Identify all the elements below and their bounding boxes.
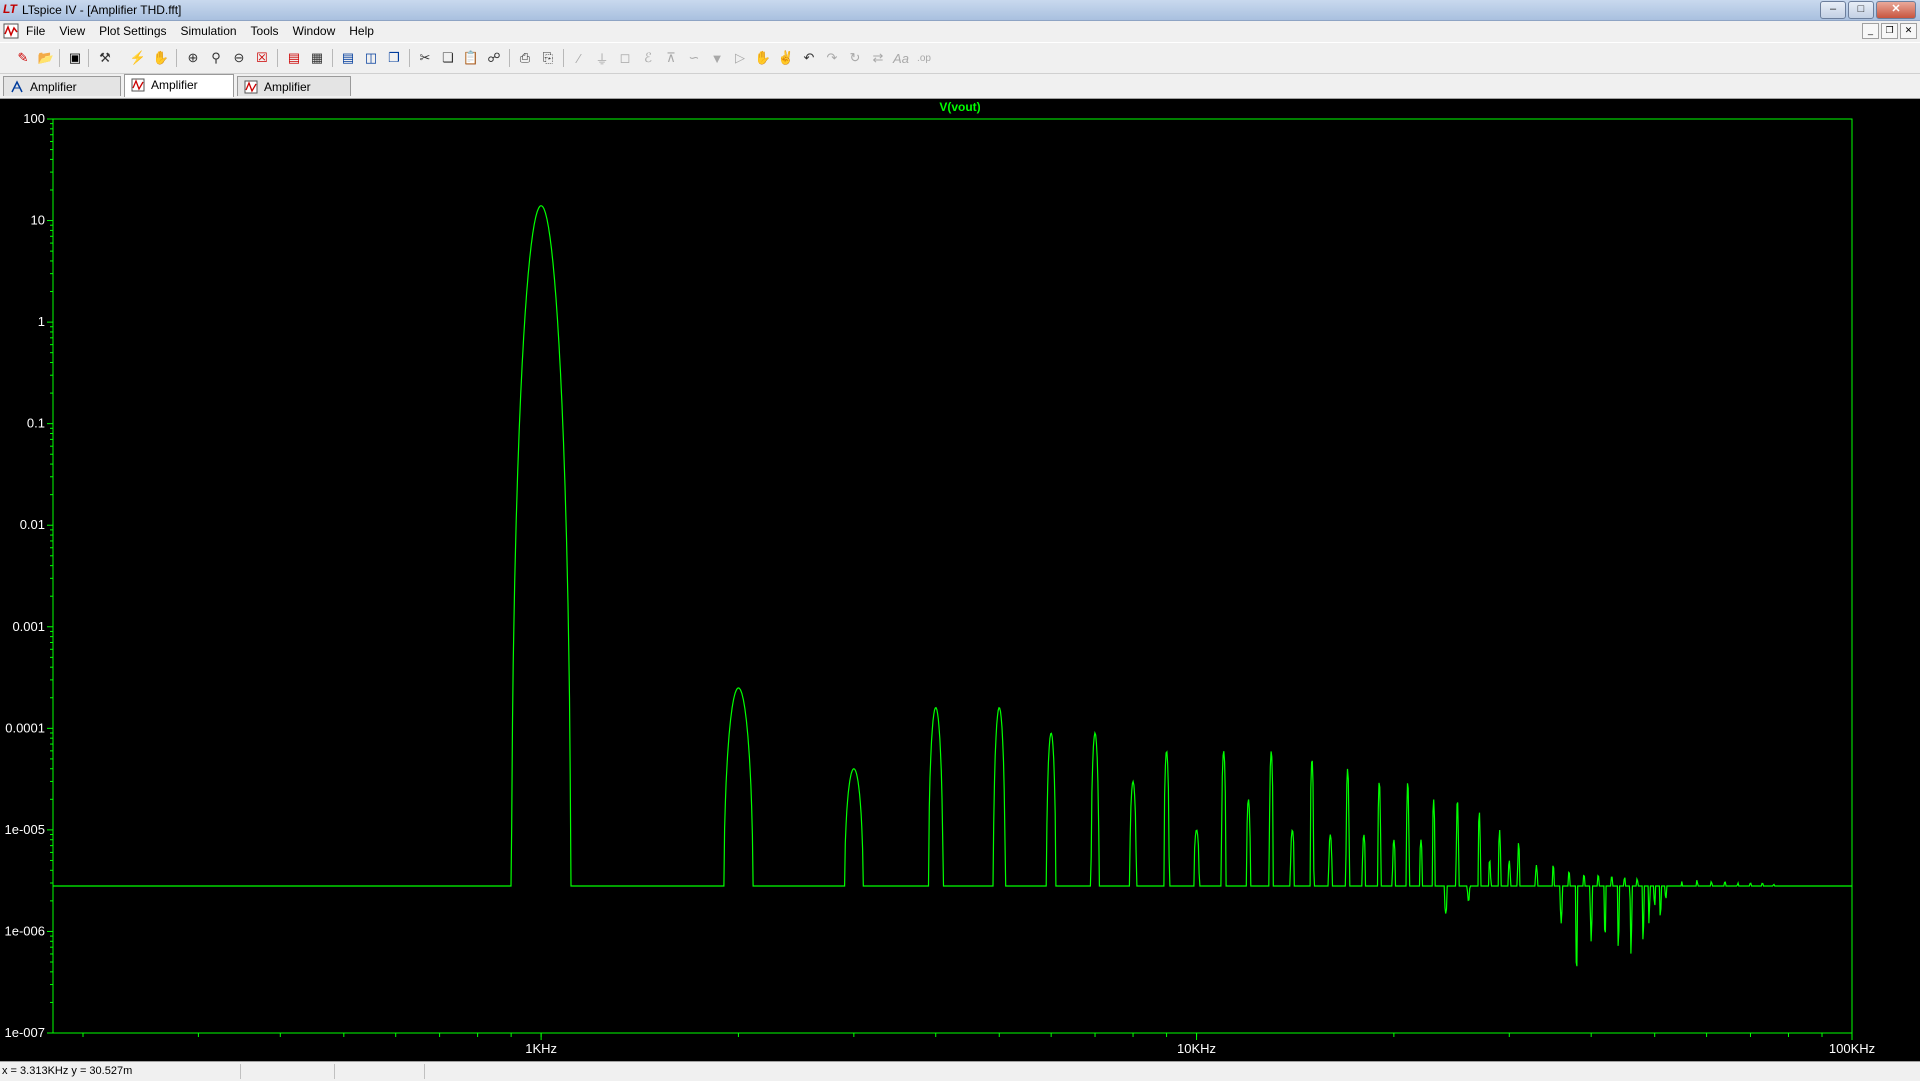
- mark-unconnected-icon[interactable]: ▦: [308, 49, 326, 67]
- text-icon[interactable]: Aa: [892, 49, 910, 67]
- undo-icon[interactable]: ↶: [800, 49, 818, 67]
- mirror-icon[interactable]: ⇄: [869, 49, 887, 67]
- open-icon[interactable]: 📂: [37, 49, 55, 67]
- trace-vout[interactable]: [53, 205, 1852, 967]
- y-tick-label: 100: [23, 111, 45, 126]
- fft-plot[interactable]: 100 10 1 0.1 0.01 0.001 0.0001 1e-005 1e-006 1e-0…: [0, 99, 1920, 1061]
- print-icon[interactable]: ⎙: [516, 49, 534, 67]
- rotate-icon[interactable]: ↻: [846, 49, 864, 67]
- status-bar: x = 3.313KHz y = 30.527m: [0, 1061, 1920, 1081]
- schematic-icon: [11, 80, 23, 93]
- resistor-icon[interactable]: ℰ: [639, 49, 657, 67]
- cut-icon[interactable]: ✂: [416, 49, 434, 67]
- maximize-button[interactable]: □: [1848, 1, 1874, 19]
- title-bar: LT LTspice IV - [Amplifier THD.fft] – □ …: [0, 0, 1920, 21]
- menu-file[interactable]: File: [26, 24, 45, 38]
- save-icon[interactable]: ▣: [66, 49, 84, 67]
- print-setup-icon[interactable]: ⎘: [539, 49, 557, 67]
- copy-icon[interactable]: ❏: [439, 49, 457, 67]
- inductor-icon[interactable]: ∽: [685, 49, 703, 67]
- spice-directive-icon[interactable]: .op: [915, 49, 933, 67]
- pan-icon[interactable]: ✋: [152, 49, 170, 67]
- autorange-icon[interactable]: ▤: [285, 49, 303, 67]
- x-tick-label: 100KHz: [1829, 1041, 1875, 1056]
- waveform-doc-icon[interactable]: [3, 23, 19, 39]
- y-tick-label: 10: [31, 213, 45, 228]
- cursor-readout: x = 3.313KHz y = 30.527m: [2, 1064, 241, 1079]
- ltspice-logo-icon: LT: [3, 2, 17, 16]
- mdi-close-button[interactable]: ✕: [1900, 23, 1917, 39]
- mdi-controls: _ ❐ ✕: [1862, 23, 1917, 39]
- plot-pane[interactable]: V(vout) 100 10 1 0.1 0.01 0.001 0.0001 1e-005 1e…: [0, 99, 1920, 1061]
- y-tick-label: 1e-007: [5, 1025, 45, 1040]
- mdi-minimize-button[interactable]: _: [1862, 23, 1879, 39]
- waveform-icon: [131, 78, 145, 92]
- tab-amplifier-thd-asc[interactable]: Amplifier THD.asc: [3, 76, 121, 114]
- y-tick-label: 1e-005: [5, 822, 45, 837]
- menu-plot-settings[interactable]: Plot Settings: [99, 24, 166, 38]
- tab-amplifier-thd-fft[interactable]: Amplifier THD.fft: [124, 74, 234, 112]
- plot-frame: [52, 118, 1853, 1034]
- menu-help[interactable]: Help: [349, 24, 374, 38]
- zoom-area-icon[interactable]: ⚲: [207, 49, 225, 67]
- redo-icon[interactable]: ↷: [823, 49, 841, 67]
- waveform-icon: [244, 80, 258, 94]
- status-cell-2: [242, 1064, 335, 1079]
- new-schematic-icon[interactable]: ✎: [14, 49, 32, 67]
- capacitor-icon[interactable]: ⊼: [662, 49, 680, 67]
- tab-amplifier-thd-raw[interactable]: Amplifier THD.raw: [237, 76, 351, 114]
- find-icon[interactable]: ☍: [485, 49, 503, 67]
- diode-icon[interactable]: ▼: [708, 49, 726, 67]
- draw-wire-icon[interactable]: ∕: [570, 49, 588, 67]
- zoom-in-icon[interactable]: ⊕: [184, 49, 202, 67]
- menu-bar: File View Plot Settings Simulation Tools…: [0, 21, 1920, 41]
- menu-view[interactable]: View: [59, 24, 85, 38]
- zoom-out-icon[interactable]: ⊖: [230, 49, 248, 67]
- y-tick-label: 0.01: [20, 517, 45, 532]
- status-cell-3: [336, 1064, 425, 1079]
- minimize-button[interactable]: –: [1820, 1, 1846, 19]
- control-panel-icon[interactable]: ⚒: [96, 49, 114, 67]
- paste-icon[interactable]: 📋: [462, 49, 480, 67]
- document-tabs: Amplifier THD.asc Amplifier THD.fft Ampl…: [0, 74, 1920, 114]
- run-icon[interactable]: ⚡: [129, 49, 147, 67]
- component-icon[interactable]: ▷: [731, 49, 749, 67]
- cascade-icon[interactable]: ❐: [385, 49, 403, 67]
- window-controls: – □ ✕: [1820, 1, 1916, 19]
- menu-simulation[interactable]: Simulation: [181, 24, 237, 38]
- y-tick-label: 1: [38, 314, 45, 329]
- drag-icon[interactable]: ✌: [777, 49, 795, 67]
- window-title: LTspice IV - [Amplifier THD.fft]: [22, 3, 182, 17]
- x-tick-label: 10KHz: [1177, 1041, 1216, 1056]
- zoom-fit-icon[interactable]: ☒: [253, 49, 271, 67]
- menu-window[interactable]: Window: [293, 24, 336, 38]
- mdi-restore-button[interactable]: ❐: [1881, 23, 1898, 39]
- close-button[interactable]: ✕: [1876, 1, 1916, 19]
- y-tick-label: 1e-006: [5, 923, 45, 938]
- y-tick-label: 0.001: [12, 619, 45, 634]
- menu-tools[interactable]: Tools: [251, 24, 279, 38]
- x-tick-label: 1KHz: [525, 1041, 557, 1056]
- ground-icon[interactable]: ⏚: [593, 49, 611, 67]
- move-icon[interactable]: ✋: [754, 49, 772, 67]
- tile-horizontal-icon[interactable]: ▤: [339, 49, 357, 67]
- toolbar: ✎ 📂 ▣ ⚒ ⚡ ✋ ⊕ ⚲ ⊖ ☒ ▤ ▦ ▤ ◫ ❐ ✂ ❏ 📋 ☍ ⎙ …: [0, 42, 1920, 74]
- y-tick-label: 0.1: [27, 416, 45, 431]
- label-net-icon[interactable]: ◻: [616, 49, 634, 67]
- y-tick-label: 0.0001: [5, 720, 45, 735]
- tile-vertical-icon[interactable]: ◫: [362, 49, 380, 67]
